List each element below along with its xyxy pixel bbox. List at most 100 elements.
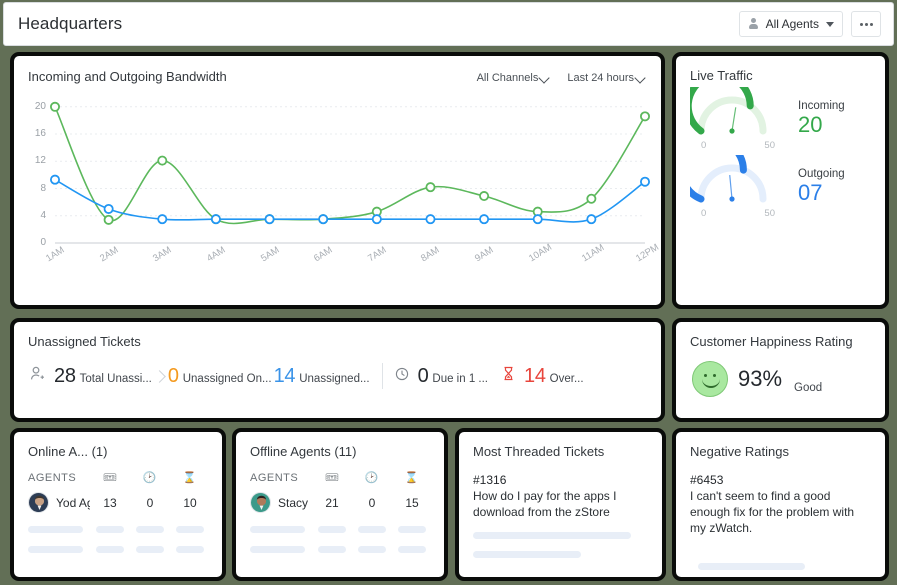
- avatar: [250, 492, 271, 513]
- clock-icon: 🕑: [364, 472, 380, 484]
- all-agents-filter-button[interactable]: All Agents: [738, 11, 843, 37]
- more-options-button[interactable]: [851, 11, 881, 37]
- gauge-outgoing: 0 50 Outgoing 07: [676, 135, 885, 219]
- threaded-ticket-id[interactable]: #1316: [459, 459, 662, 487]
- gauge-min: 0: [701, 208, 707, 219]
- gauge-min: 0: [701, 140, 707, 151]
- agent-overdue: 10: [183, 495, 197, 510]
- gauge-scale: 0 50: [701, 140, 775, 151]
- avatar: [28, 492, 49, 513]
- offline-agents-title: Offline Agents (11): [250, 444, 357, 459]
- unassigned-metrics: 28 Total Unassi... 0 Unassigned On... 14 Unas…: [14, 349, 661, 389]
- hourglass-icon: ⌛: [182, 472, 198, 484]
- top-bar: Headquarters All Agents: [3, 2, 894, 46]
- metric-value: 28: [54, 364, 76, 387]
- chevron-down-icon: [826, 21, 834, 27]
- metric-divider: [381, 363, 383, 389]
- y-axis-tick: 12: [34, 155, 46, 167]
- offline-agents-header: AGENTS 🎟 🕑 ⌛: [236, 459, 444, 485]
- bandwidth-header: Incoming and Outgoing Bandwidth All Chan…: [14, 56, 661, 84]
- gauge-dial: 0 50: [677, 135, 786, 219]
- chevron-down-icon: [540, 74, 549, 83]
- metric-label: Due in 1 ...: [432, 372, 489, 385]
- gauge-scale: 0 50: [701, 208, 775, 219]
- online-agents-col-label: AGENTS: [28, 471, 77, 484]
- metric-label: Total Unassi...: [79, 372, 152, 385]
- chevron-down-icon: [636, 74, 645, 83]
- bandwidth-title: Incoming and Outgoing Bandwidth: [28, 69, 227, 84]
- y-axis-tick: 8: [40, 182, 46, 194]
- person-icon: [748, 18, 759, 30]
- agent-time: 0: [368, 495, 376, 510]
- metric-label: Unassigned...: [299, 372, 370, 385]
- gauge-svg: [677, 135, 767, 203]
- happiness-value-row: 93% Good: [676, 349, 885, 397]
- bandwidth-chart-panel: Incoming and Outgoing Bandwidth All Chan…: [10, 52, 665, 309]
- metric-label: Unassigned On...: [182, 372, 272, 385]
- unassigned-tickets-panel: Unassigned Tickets 28 Total Unassi... 0 Una…: [10, 318, 665, 422]
- clock-icon: [395, 367, 409, 386]
- skeleton-row: [236, 513, 444, 533]
- y-axis-tick: 0: [40, 237, 46, 248]
- metric-5[interactable]: 14 Over...: [502, 365, 584, 388]
- live-traffic-title: Live Traffic: [690, 68, 753, 83]
- negative-title: Negative Ratings: [690, 444, 789, 459]
- chevron-right-icon: [155, 369, 166, 383]
- metric-3[interactable]: 14 Unassigned...: [274, 365, 370, 388]
- ticket-icon: 🎟: [324, 472, 340, 484]
- dashboard-root: Headquarters All Agents Incoming and Out…: [0, 0, 897, 585]
- gauge-max: 50: [764, 208, 775, 219]
- live-traffic-panel: Live Traffic 0 50 Incoming 20 0 50 Outgo…: [672, 52, 889, 309]
- most-threaded-tickets-panel: Most Threaded Tickets #1316 How do I pay…: [455, 428, 666, 581]
- gauge-value: 07: [798, 180, 823, 206]
- gauge-max: 50: [764, 140, 775, 151]
- happiness-percent: 93%: [738, 366, 783, 391]
- agent-tickets: 21: [325, 495, 339, 510]
- online-agents-panel: Online A... (1) AGENTS 🎟 🕑 ⌛ Yod Ag... 1…: [10, 428, 226, 581]
- negative-ticket-id[interactable]: #6453: [676, 459, 885, 487]
- online-agents-rows: Yod Ag... 13 0 10: [14, 484, 222, 513]
- gauge-label: Incoming: [798, 100, 845, 113]
- y-axis-tick: 20: [34, 100, 46, 112]
- negative-ratings-panel: Negative Ratings #6453 I can't seem to f…: [672, 428, 889, 581]
- offline-agents-col-label: AGENTS: [250, 471, 299, 484]
- happiness-title: Customer Happiness Rating: [690, 334, 853, 349]
- metric-value: 14: [273, 364, 296, 387]
- time-range-label: Last 24 hours: [567, 72, 634, 84]
- skeleton-row: [14, 513, 222, 533]
- gauge-value: 20: [798, 112, 823, 138]
- gauge-incoming: 0 50 Incoming 20: [676, 71, 885, 151]
- gauge-label: Outgoing: [798, 168, 845, 181]
- gauge-dial: 0 50: [684, 71, 786, 151]
- threaded-title: Most Threaded Tickets: [473, 444, 605, 459]
- metric-value: 14: [524, 364, 546, 387]
- metric-2[interactable]: 0 Unassigned On...: [168, 365, 272, 388]
- time-range-filter[interactable]: Last 24 hours: [567, 72, 645, 84]
- agent-row[interactable]: Stacy 21 0 15: [236, 484, 444, 513]
- ticket-icon: 🎟: [102, 472, 118, 484]
- channels-filter[interactable]: All Channels: [477, 72, 550, 84]
- agent-name: Stacy: [278, 495, 309, 510]
- skeleton-line: [698, 562, 805, 570]
- agent-name: Yod Ag...: [56, 495, 90, 510]
- metric-value: 0: [417, 364, 429, 387]
- agent-row[interactable]: Yod Ag... 13 0 10: [14, 484, 222, 513]
- skeleton-line: [473, 551, 581, 559]
- page-title: Headquarters: [18, 14, 123, 33]
- negative-ticket-text[interactable]: I can't seem to find a good enough fix f…: [676, 487, 885, 537]
- metric-value: 0: [167, 364, 179, 387]
- gauge-list: 0 50 Incoming 20 0 50 Outgoing 07: [676, 71, 885, 219]
- metric-4[interactable]: 0 Due in 1 ...: [395, 365, 488, 388]
- all-agents-label: All Agents: [765, 17, 819, 31]
- agent-overdue: 15: [405, 495, 419, 510]
- channels-filter-label: All Channels: [476, 72, 539, 84]
- clock-icon: 🕑: [142, 472, 158, 484]
- threaded-ticket-text[interactable]: How do I pay for the apps I download fro…: [459, 487, 662, 520]
- gauge-svg: [684, 71, 767, 135]
- bandwidth-plot: 0 4 8 12 16 20 1AM 2AM 3AM 4AM 5AM 6AM 7AM 8AM 9AM 10A…: [22, 90, 661, 285]
- top-bar-actions: All Agents: [738, 11, 881, 37]
- y-axis-tick: 16: [34, 128, 46, 140]
- skeleton-row: [14, 533, 222, 553]
- metric-1[interactable]: 28 Total Unassi...: [30, 365, 152, 388]
- unassigned-title: Unassigned Tickets: [28, 334, 141, 349]
